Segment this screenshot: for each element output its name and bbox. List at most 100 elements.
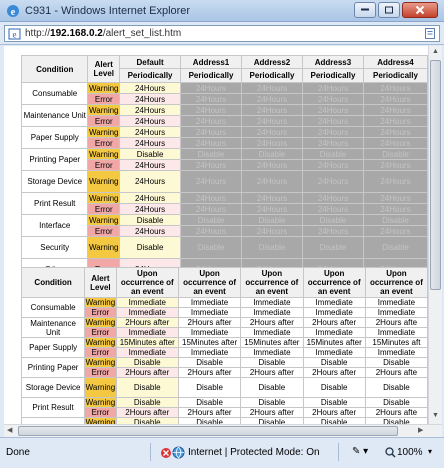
address1-setting-cell[interactable]: Disable [177,397,242,408]
address3-setting-cell[interactable]: 24Hours [301,203,364,215]
default-setting-cell[interactable]: 24Hours [119,126,182,138]
scroll-up-icon[interactable]: ▲ [432,48,439,55]
address3-setting-cell[interactable]: Immediate [302,307,366,318]
address1-setting-cell[interactable]: 2Hours after [177,407,242,418]
address2-setting-cell[interactable]: Disable [240,377,304,398]
default-setting-cell[interactable]: Disable [115,397,179,408]
address3-setting-cell[interactable]: Immediate [302,347,366,358]
address4-setting-cell[interactable]: Disable [362,236,428,259]
address3-setting-cell[interactable]: 24Hours [301,115,364,127]
zoom-dropdown-icon[interactable]: ▾ [428,447,432,456]
default-setting-cell[interactable]: Immediate [115,297,179,308]
default-setting-cell[interactable]: Disable [115,357,179,368]
default-setting-cell[interactable]: Disable [119,236,182,259]
address2-setting-cell[interactable]: 24Hours [241,126,303,138]
address4-setting-cell[interactable]: Immediate [364,327,428,338]
address4-setting-cell[interactable]: 24Hours [362,203,428,215]
default-setting-cell[interactable]: Disable [119,148,182,160]
address4-setting-cell[interactable]: Immediate [364,297,428,308]
address4-setting-cell[interactable]: 24Hours [362,82,428,94]
address3-setting-cell[interactable]: 2Hours after [302,407,366,418]
address2-setting-cell[interactable]: 24Hours [241,203,303,215]
address3-setting-cell[interactable]: 24Hours [301,159,364,171]
zoom-level[interactable]: 100% [397,447,423,458]
address1-setting-cell[interactable]: 2Hours after [177,367,242,378]
address2-setting-cell[interactable]: Immediate [240,327,304,338]
security-zone[interactable]: Internet | Protected Mode: On [188,447,320,458]
address4-setting-cell[interactable]: 24Hours [362,126,428,138]
default-setting-cell[interactable]: 24Hours [119,192,182,204]
address1-setting-cell[interactable]: 24Hours [180,203,243,215]
address1-setting-cell[interactable]: 24Hours [180,93,243,105]
address4-setting-cell[interactable]: 24Hours [362,93,428,105]
address3-setting-cell[interactable]: 24Hours [301,225,364,237]
default-setting-cell[interactable]: 24Hours [119,115,182,127]
default-setting-cell[interactable]: 24Hours [119,93,182,105]
default-setting-cell[interactable]: 2Hours after [115,317,179,328]
address4-setting-cell[interactable]: 24Hours [362,170,428,193]
address4-setting-cell[interactable]: 15Minutes aft [364,337,428,348]
address1-setting-cell[interactable]: 24Hours [180,104,243,116]
address2-setting-cell[interactable]: 2Hours after [240,407,304,418]
address1-setting-cell[interactable]: Immediate [177,297,242,308]
compatibility-view-icon[interactable] [424,27,436,40]
address2-setting-cell[interactable]: 24Hours [241,159,303,171]
address1-setting-cell[interactable]: Immediate [177,347,242,358]
address2-setting-cell[interactable]: 2Hours after [240,317,304,328]
blocked-icon[interactable] [160,447,172,459]
address4-setting-cell[interactable]: 24Hours [362,137,428,149]
url-field[interactable]: e http://192.168.0.2/alert_set_list.htm [4,25,440,42]
address1-setting-cell[interactable]: Disable [180,236,243,259]
address1-setting-cell[interactable]: 24Hours [180,170,243,193]
default-setting-cell[interactable]: 24Hours [119,104,182,116]
address3-setting-cell[interactable]: Disable [301,214,364,226]
address4-setting-cell[interactable]: Disable [364,377,428,398]
address4-setting-cell[interactable]: Disable [362,214,428,226]
address3-setting-cell[interactable]: Disable [302,357,366,368]
minimize-button[interactable] [354,2,376,18]
horizontal-scrollbar[interactable]: ◀ ▶ [4,424,442,437]
address2-setting-cell[interactable]: 24Hours [241,104,303,116]
address4-setting-cell[interactable]: Disable [362,148,428,160]
scroll-right-icon[interactable]: ▶ [418,426,423,434]
default-setting-cell[interactable]: Disable [115,377,179,398]
address4-setting-cell[interactable]: Disable [364,357,428,368]
maximize-button[interactable] [378,2,400,18]
close-button[interactable] [402,2,438,18]
default-setting-cell[interactable]: 15Minutes after [115,337,179,348]
address2-setting-cell[interactable]: Disable [240,357,304,368]
horizontal-scroll-thumb[interactable] [18,426,398,436]
address4-setting-cell[interactable]: Immediate [364,307,428,318]
address1-setting-cell[interactable]: Disable [180,148,243,160]
address2-setting-cell[interactable]: Immediate [240,347,304,358]
address2-setting-cell[interactable]: 24Hours [241,82,303,94]
address2-setting-cell[interactable]: 24Hours [241,225,303,237]
address3-setting-cell[interactable]: Immediate [302,297,366,308]
address1-setting-cell[interactable]: 15Minutes after [177,337,242,348]
address1-setting-cell[interactable]: Immediate [177,327,242,338]
address3-setting-cell[interactable]: Disable [302,377,366,398]
address2-setting-cell[interactable]: 24Hours [241,170,303,193]
default-setting-cell[interactable]: 2Hours after [115,367,179,378]
address1-setting-cell[interactable]: Immediate [177,307,242,318]
address1-setting-cell[interactable]: 24Hours [180,126,243,138]
address3-setting-cell[interactable]: 24Hours [301,170,364,193]
address1-setting-cell[interactable]: 24Hours [180,137,243,149]
address3-setting-cell[interactable]: 24Hours [301,192,364,204]
address1-setting-cell[interactable]: Disable [177,357,242,368]
address2-setting-cell[interactable]: Disable [240,397,304,408]
default-setting-cell[interactable]: 24Hours [119,203,182,215]
default-setting-cell[interactable]: 24Hours [119,137,182,149]
address4-setting-cell[interactable]: Immediate [364,347,428,358]
address4-setting-cell[interactable]: 24Hours [362,159,428,171]
address1-setting-cell[interactable]: 24Hours [180,115,243,127]
address3-setting-cell[interactable]: 24Hours [301,82,364,94]
scroll-left-icon[interactable]: ◀ [7,426,12,434]
protected-mode-icon[interactable]: ✎ ▾ [352,446,368,457]
scroll-down-icon[interactable]: ▼ [432,412,439,419]
address2-setting-cell[interactable]: 24Hours [241,93,303,105]
default-setting-cell[interactable]: 24Hours [119,225,182,237]
address3-setting-cell[interactable]: 15Minutes after [302,337,366,348]
address4-setting-cell[interactable]: 24Hours [362,192,428,204]
address2-setting-cell[interactable]: Disable [241,236,303,259]
